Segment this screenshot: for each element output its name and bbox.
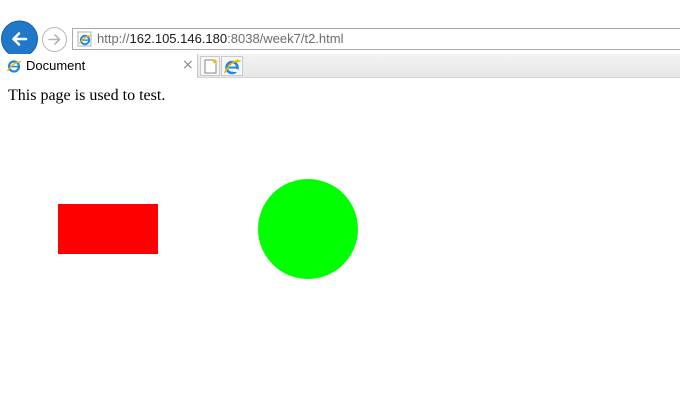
tab-row: Document × bbox=[0, 54, 680, 78]
back-arrow-icon bbox=[12, 32, 28, 46]
ie-logo-button[interactable] bbox=[221, 56, 243, 76]
url-scheme: http:// bbox=[97, 31, 130, 46]
ie-logo-icon bbox=[224, 58, 241, 75]
new-tab-icon bbox=[204, 58, 218, 74]
ie-page-icon bbox=[77, 31, 92, 47]
page-text: This page is used to test. bbox=[8, 87, 166, 104]
green-circle bbox=[258, 179, 358, 279]
address-url: http://162.105.146.180:8038/week7/t2.htm… bbox=[97, 31, 344, 47]
url-path: :8038/week7/t2.html bbox=[227, 31, 344, 46]
tab-close-icon[interactable]: × bbox=[182, 57, 194, 73]
address-bar[interactable]: http://162.105.146.180:8038/week7/t2.htm… bbox=[72, 28, 680, 50]
ie-page-icon bbox=[6, 60, 22, 73]
back-button[interactable] bbox=[1, 20, 38, 58]
navigation-bar: http://162.105.146.180:8038/week7/t2.htm… bbox=[0, 0, 680, 58]
browser-window: http://162.105.146.180:8038/week7/t2.htm… bbox=[0, 0, 680, 411]
forward-button[interactable] bbox=[42, 27, 67, 52]
forward-arrow-icon bbox=[48, 34, 61, 45]
url-host: 162.105.146.180 bbox=[129, 31, 228, 46]
new-tab-button[interactable] bbox=[200, 56, 220, 76]
tab-document[interactable]: Document × bbox=[0, 54, 198, 78]
red-rectangle bbox=[58, 204, 158, 254]
tab-title: Document bbox=[26, 58, 86, 73]
